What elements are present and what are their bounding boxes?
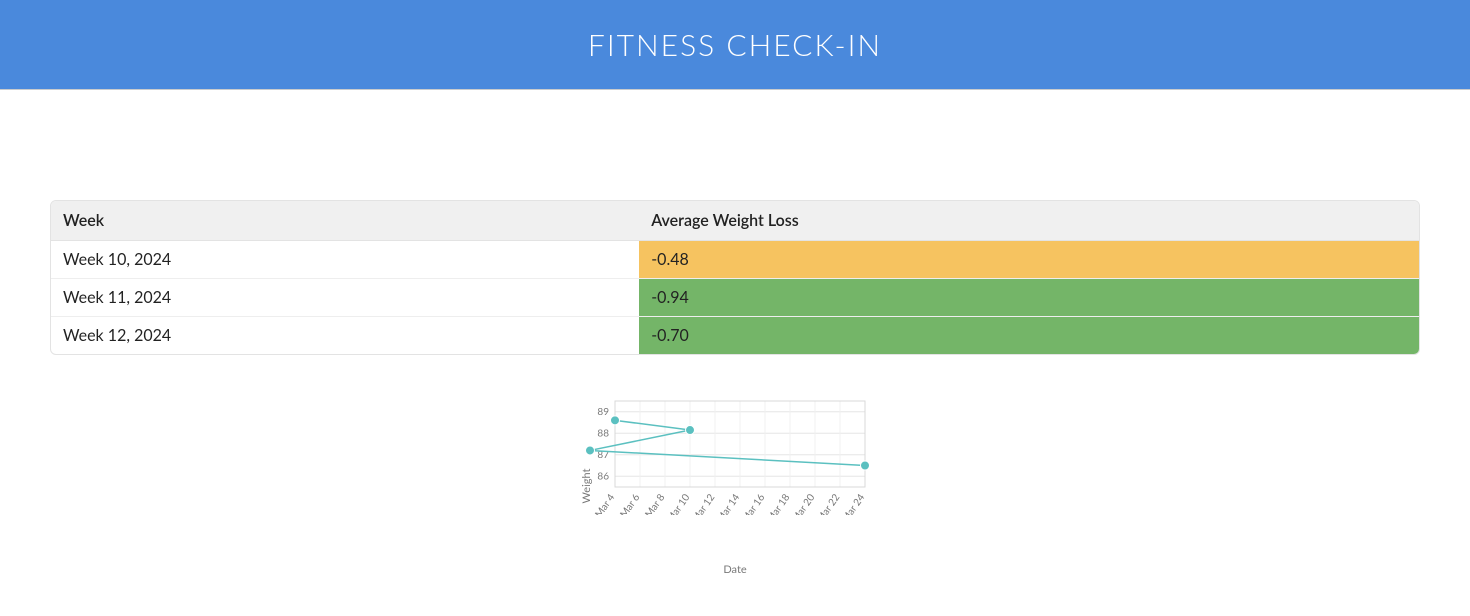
svg-text:Mar 4: Mar 4	[593, 492, 618, 515]
svg-text:Mar 22: Mar 22	[814, 492, 842, 515]
chart-xlabel: Date	[575, 563, 895, 576]
weight-loss-table: Week Average Weight Loss Week 10, 2024-0…	[50, 200, 1420, 355]
svg-text:Mar 10: Mar 10	[664, 492, 692, 515]
svg-text:Mar 16: Mar 16	[739, 492, 767, 515]
weight-chart: 86878889Mar 4Mar 6Mar 8Mar 10Mar 12Mar 1…	[575, 395, 875, 515]
svg-text:Mar 6: Mar 6	[618, 492, 643, 515]
page-header: FITNESS CHECK-IN	[0, 0, 1470, 90]
cell-week: Week 11, 2024	[51, 278, 639, 316]
cell-value: -0.48	[639, 241, 1419, 278]
col-week: Week	[51, 201, 639, 241]
svg-text:Mar 14: Mar 14	[714, 492, 742, 515]
svg-text:89: 89	[597, 406, 609, 418]
svg-text:Mar 8: Mar 8	[643, 492, 668, 515]
svg-text:88: 88	[597, 427, 609, 439]
svg-text:86: 86	[597, 470, 609, 482]
svg-text:Mar 12: Mar 12	[689, 492, 717, 515]
cell-value: -0.70	[639, 316, 1419, 354]
page-title: FITNESS CHECK-IN	[588, 27, 882, 63]
svg-text:Mar 24: Mar 24	[839, 492, 867, 515]
cell-week: Week 12, 2024	[51, 316, 639, 354]
svg-text:Mar 18: Mar 18	[764, 492, 792, 515]
table-row: Week 11, 2024-0.94	[51, 278, 1419, 316]
table-row: Week 10, 2024-0.48	[51, 241, 1419, 278]
chart-container: Weight 86878889Mar 4Mar 6Mar 8Mar 10Mar …	[50, 395, 1420, 576]
svg-text:Mar 20: Mar 20	[789, 492, 817, 515]
col-avg: Average Weight Loss	[639, 201, 1419, 241]
chart-ylabel: Weight	[580, 468, 593, 503]
main-content: Week Average Weight Loss Week 10, 2024-0…	[0, 90, 1470, 616]
cell-value: -0.94	[639, 278, 1419, 316]
cell-week: Week 10, 2024	[51, 241, 639, 278]
table-row: Week 12, 2024-0.70	[51, 316, 1419, 354]
